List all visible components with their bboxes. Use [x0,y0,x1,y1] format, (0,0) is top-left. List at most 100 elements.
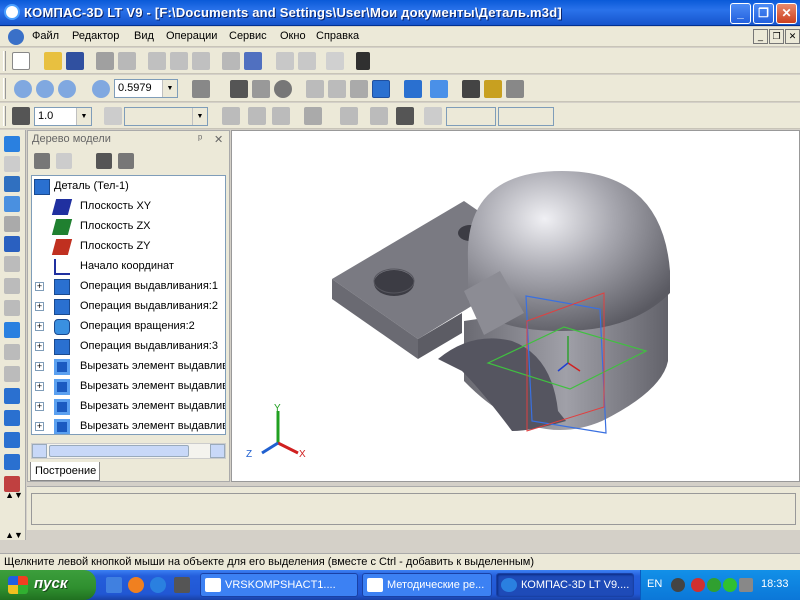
task-kompas[interactable]: КОМПАС-3D LT V9.... [496,573,634,597]
title-bar[interactable]: КОМПАС-3D LT V9 - [F:\Documents and Sett… [0,0,800,26]
properties-icon[interactable] [222,52,240,70]
chevron-down-icon[interactable]: ▼ [162,80,177,97]
zoom-in-icon[interactable] [36,80,54,98]
tree-filter-icon[interactable] [96,153,112,169]
maximize-button[interactable]: ❐ [753,3,774,24]
cut-revolve-icon[interactable] [4,366,20,382]
save-icon[interactable] [66,52,84,70]
loft-icon[interactable] [4,322,20,338]
menu-editor[interactable]: Редактор [72,30,119,42]
menu-service[interactable]: Сервис [229,30,267,42]
spec-icon[interactable] [4,236,20,252]
shell-icon[interactable] [4,410,20,426]
redo-icon[interactable] [298,52,316,70]
tree-close-button[interactable]: ✕ [214,133,223,146]
tree-item-cut-4[interactable]: + Вырезать элемент выдавливания [32,417,225,434]
model-tree[interactable]: Деталь (Тел-1) Плоскость XY Плоскость ZX… [31,175,226,435]
tree-item-extrude-1[interactable]: + Операция выдавливания:1 [32,277,222,297]
zoom-value-field[interactable]: 0.5979 ▼ [114,79,178,98]
tree-sort-icon[interactable] [118,153,134,169]
expand-icon[interactable]: + [35,282,44,291]
mdi-minimize-button[interactable]: _ [753,29,768,44]
orientation-icon[interactable] [192,80,210,98]
tree-item-plane-xy[interactable]: Плоскость XY [32,197,222,217]
expand-icon[interactable]: + [35,362,44,371]
tree-item-revolve-2[interactable]: + Операция вращения:2 [32,317,222,337]
expand-icon[interactable]: + [35,402,44,411]
shaded-edges-icon[interactable] [404,80,422,98]
tree-item-origin[interactable]: Начало координат [32,257,222,277]
task-vrskompshact[interactable]: VRSKOMPSHACT1.... [200,573,358,597]
auxiliary-geometry-icon[interactable] [4,176,20,192]
tree-order-icon[interactable] [56,153,72,169]
menu-window[interactable]: Окно [280,30,306,42]
open-folder-icon[interactable] [44,52,62,70]
step-icon[interactable] [12,107,30,125]
new-document-icon[interactable] [12,52,30,70]
snap-local-icon[interactable] [272,107,290,125]
mdi-restore-button[interactable]: ❐ [769,29,784,44]
print-icon[interactable] [96,52,114,70]
menu-help[interactable]: Справка [316,30,359,42]
tree-item-plane-zy[interactable]: Плоскость ZY [32,237,222,257]
rotate-icon[interactable] [274,80,292,98]
grid-icon[interactable] [304,107,322,125]
snap-icon[interactable] [248,107,266,125]
manager-icon[interactable] [244,52,262,70]
variables-icon[interactable] [326,52,344,70]
clock[interactable]: 18:33 [761,578,789,590]
expand-icon[interactable]: + [35,342,44,351]
wireframe-icon[interactable] [306,80,324,98]
display-icon[interactable] [506,80,524,98]
edit-details-icon[interactable] [4,136,20,152]
show-all-icon[interactable] [252,80,270,98]
mdi-close-button[interactable]: ✕ [785,29,800,44]
panel-expand-icon[interactable]: ▲▼ [4,490,24,504]
brush-icon[interactable] [484,80,502,98]
scroll-right-button[interactable] [210,444,225,458]
extrude-icon[interactable] [4,256,20,272]
menu-file[interactable]: Файл [32,30,59,42]
snap-toggle-icon[interactable] [396,107,414,125]
document-icon[interactable] [8,29,24,45]
model-viewport[interactable]: Y X Z [231,130,800,482]
scroll-left-button[interactable] [32,444,47,458]
show-desktop-icon[interactable] [106,577,122,593]
tree-item-part[interactable]: Деталь (Тел-1) [32,177,222,197]
paste-icon[interactable] [192,52,210,70]
scroll-thumb[interactable] [49,445,189,457]
preview-icon[interactable] [118,52,136,70]
tree-toggle-icon[interactable] [462,80,480,98]
hidden-lines-icon[interactable] [328,80,346,98]
ortho-icon[interactable] [370,107,388,125]
fillet-icon[interactable] [4,388,20,404]
tree-item-cut-2[interactable]: + Вырезать элемент выдавливания [32,377,225,397]
shaded-icon[interactable] [372,80,390,98]
firefox-icon[interactable] [128,577,144,593]
antivirus-icon[interactable] [691,578,705,592]
tree-structure-icon[interactable] [34,153,50,169]
array-icon[interactable] [4,454,20,470]
expand-icon[interactable]: + [35,382,44,391]
tree-horizontal-scrollbar[interactable] [31,443,226,459]
cut-extrude-icon[interactable] [4,344,20,360]
tree-item-extrude-3[interactable]: + Операция выдавливания:3 [32,337,222,357]
rib-icon[interactable] [4,432,20,448]
step-value-field[interactable]: 1.0 ▼ [34,107,92,126]
axes-icon[interactable] [340,107,358,125]
minimize-button[interactable]: _ [730,3,751,24]
zoom-out-icon[interactable] [58,80,76,98]
help-pointer-icon[interactable] [356,52,370,70]
tree-item-cut-1[interactable]: + Вырезать элемент выдавливания [32,357,225,377]
curves-icon[interactable] [4,156,20,172]
pan-icon[interactable] [230,80,248,98]
toolbar-grip[interactable] [3,78,6,99]
tab-build[interactable]: Построение [30,462,100,481]
expand-icon[interactable]: + [35,422,44,431]
copy-icon[interactable] [170,52,188,70]
close-button[interactable]: ✕ [776,3,797,24]
undo-icon[interactable] [276,52,294,70]
kompas-quick-icon[interactable] [150,577,166,593]
network-icon[interactable] [707,578,721,592]
expand-icon[interactable]: + [35,322,44,331]
